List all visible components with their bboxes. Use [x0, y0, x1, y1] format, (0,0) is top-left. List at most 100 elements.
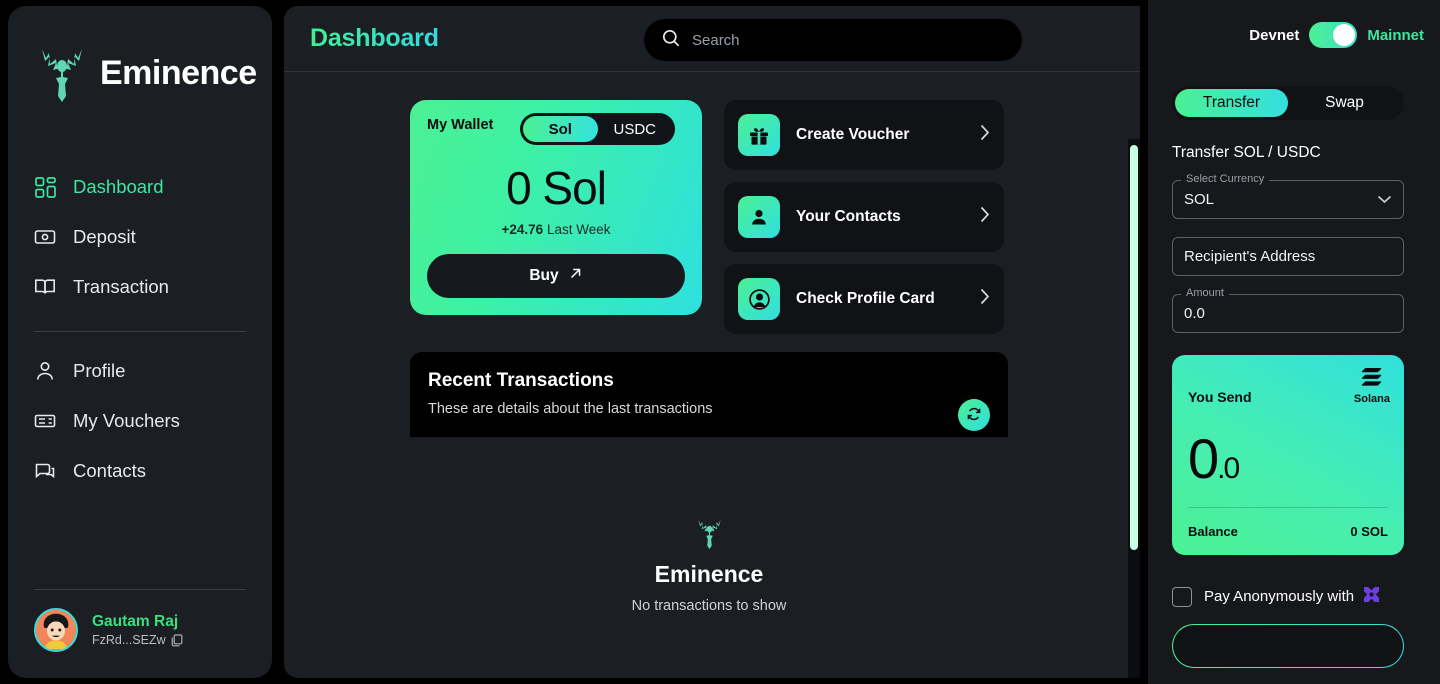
person-icon [34, 360, 56, 382]
wallet-change: +24.76 Last Week [427, 222, 685, 237]
you-send-amount-int: 0 [1188, 427, 1219, 490]
search-icon [662, 29, 680, 52]
chevron-right-icon [980, 124, 990, 146]
sidebar-item-profile[interactable]: Profile [34, 346, 246, 396]
pay-anonymously-row[interactable]: Pay Anonymously with [1172, 585, 1424, 608]
you-send-balance-row: Balance 0 SOL [1188, 524, 1388, 539]
person-filled-icon [738, 196, 780, 238]
sidebar-item-contacts[interactable]: Contacts [34, 446, 246, 496]
buy-button[interactable]: Buy [427, 254, 685, 298]
vertical-scrollbar[interactable] [1128, 139, 1140, 678]
submit-transfer-button[interactable] [1172, 624, 1404, 668]
arrow-up-right-icon [568, 266, 583, 286]
sidebar-item-my-vouchers[interactable]: My Vouchers [34, 396, 246, 446]
solana-icon [1361, 368, 1383, 390]
brand: Eminence [34, 34, 257, 112]
book-open-icon [34, 276, 56, 298]
elusiv-x-icon [1362, 585, 1381, 608]
select-currency-field[interactable]: Select Currency SOL [1172, 173, 1404, 219]
dashboard-grid-icon [34, 176, 56, 198]
recipient-address-placeholder: Recipient's Address [1184, 248, 1316, 265]
sidebar-item-label: Deposit [73, 226, 136, 247]
ticket-icon [34, 410, 56, 432]
page-title: Dashboard [310, 24, 439, 52]
action-card-label: Your Contacts [796, 208, 901, 225]
recent-transactions-title: Recent Transactions [428, 370, 614, 391]
action-card-label: Check Profile Card [796, 290, 935, 307]
chevron-right-icon [980, 288, 990, 310]
action-card-check-profile-card[interactable]: Check Profile Card [724, 264, 1004, 334]
you-send-amount-dec: .0 [1217, 452, 1240, 485]
sidebar-item-label: Contacts [73, 460, 147, 481]
money-bill-icon [34, 226, 56, 248]
sidebar-divider [34, 331, 246, 332]
chevron-right-icon [980, 206, 990, 228]
amount-value: 0.0 [1184, 305, 1205, 322]
refresh-icon [966, 406, 982, 425]
panel-tabs: Transfer Swap [1172, 86, 1404, 120]
main-content: My Wallet Sol USDC 0 Sol +24.76 Last Wee… [284, 72, 1140, 678]
app-root: Eminence Dashboard Deposit Transaction P… [0, 0, 1440, 684]
profile-address-text: FzRd...SEZw [92, 633, 166, 647]
search-bar[interactable] [644, 19, 1022, 61]
currency-option-sol[interactable]: Sol [523, 116, 598, 142]
recipient-address-control[interactable]: Recipient's Address [1172, 237, 1404, 276]
you-send-divider [1188, 507, 1388, 508]
profile-divider [34, 589, 246, 590]
chevron-down-icon [1377, 191, 1392, 208]
select-currency-legend: Select Currency [1181, 173, 1270, 185]
amount-legend: Amount [1181, 287, 1229, 299]
account-circle-icon [738, 278, 780, 320]
refresh-button[interactable] [958, 399, 990, 431]
sidebar-item-dashboard[interactable]: Dashboard [34, 162, 246, 212]
wallet-amount: 0 Sol [506, 162, 607, 214]
sidebar-item-label: Transaction [73, 276, 169, 297]
sidebar-item-label: Profile [73, 360, 126, 381]
chat-bubbles-icon [34, 460, 56, 482]
transactions-empty-state: Eminence No transactions to show [410, 437, 1008, 678]
empty-state-message: No transactions to show [631, 598, 787, 614]
network-toggle[interactable]: Devnet Mainnet [1249, 22, 1424, 48]
pay-anonymously-label: Pay Anonymously with [1204, 585, 1381, 608]
sidebar-nav: Dashboard Deposit Transaction Profile My… [34, 162, 246, 496]
brand-name: Eminence [100, 53, 257, 92]
scrollbar-thumb[interactable] [1130, 145, 1138, 550]
deer-antler-logo-icon [34, 44, 90, 102]
select-currency-control[interactable]: SOL [1172, 180, 1404, 219]
wallet-change-period: Last Week [546, 222, 611, 237]
action-cards: Create Voucher Your Contacts Check Profi… [724, 100, 1004, 334]
cards-row: My Wallet Sol USDC 0 Sol +24.76 Last Wee… [284, 72, 1140, 334]
search-input[interactable] [692, 31, 1004, 49]
amount-control[interactable]: 0.0 [1172, 294, 1404, 333]
gift-icon [738, 114, 780, 156]
network-toggle-switch[interactable] [1309, 22, 1358, 48]
network-toggle-left-label: Devnet [1249, 26, 1300, 44]
action-card-create-voucher[interactable]: Create Voucher [724, 100, 1004, 170]
sidebar: Eminence Dashboard Deposit Transaction P… [8, 6, 272, 678]
recipient-address-field[interactable]: Recipient's Address [1172, 237, 1404, 276]
profile-text: Gautam Raj FzRd...SEZw [92, 613, 183, 647]
deer-antler-logo-icon [694, 516, 725, 550]
empty-state-title: Eminence [654, 561, 764, 587]
tab-swap[interactable]: Swap [1288, 89, 1401, 117]
wallet-label: My Wallet [427, 117, 494, 133]
copy-icon[interactable] [171, 633, 183, 647]
solana-token-name: Solana [1353, 393, 1390, 405]
main-panel: Dashboard My Wallet Sol [284, 6, 1140, 678]
wallet-card: My Wallet Sol USDC 0 Sol +24.76 Last Wee… [410, 100, 702, 315]
pay-anonymously-checkbox[interactable] [1172, 586, 1192, 607]
sidebar-item-deposit[interactable]: Deposit [34, 212, 246, 262]
sidebar-item-label: My Vouchers [73, 410, 180, 431]
sidebar-item-transaction[interactable]: Transaction [34, 262, 246, 312]
action-card-label: Create Voucher [796, 126, 910, 143]
currency-option-usdc[interactable]: USDC [598, 116, 673, 142]
tab-transfer[interactable]: Transfer [1175, 89, 1288, 117]
buy-button-label: Buy [529, 267, 559, 284]
transfer-section-title: Transfer SOL / USDC [1172, 144, 1321, 161]
currency-toggle[interactable]: Sol USDC [520, 113, 675, 145]
amount-field[interactable]: Amount 0.0 [1172, 287, 1404, 333]
sidebar-profile[interactable]: Gautam Raj FzRd...SEZw [34, 608, 246, 652]
profile-name: Gautam Raj [92, 613, 179, 630]
action-card-your-contacts[interactable]: Your Contacts [724, 182, 1004, 252]
